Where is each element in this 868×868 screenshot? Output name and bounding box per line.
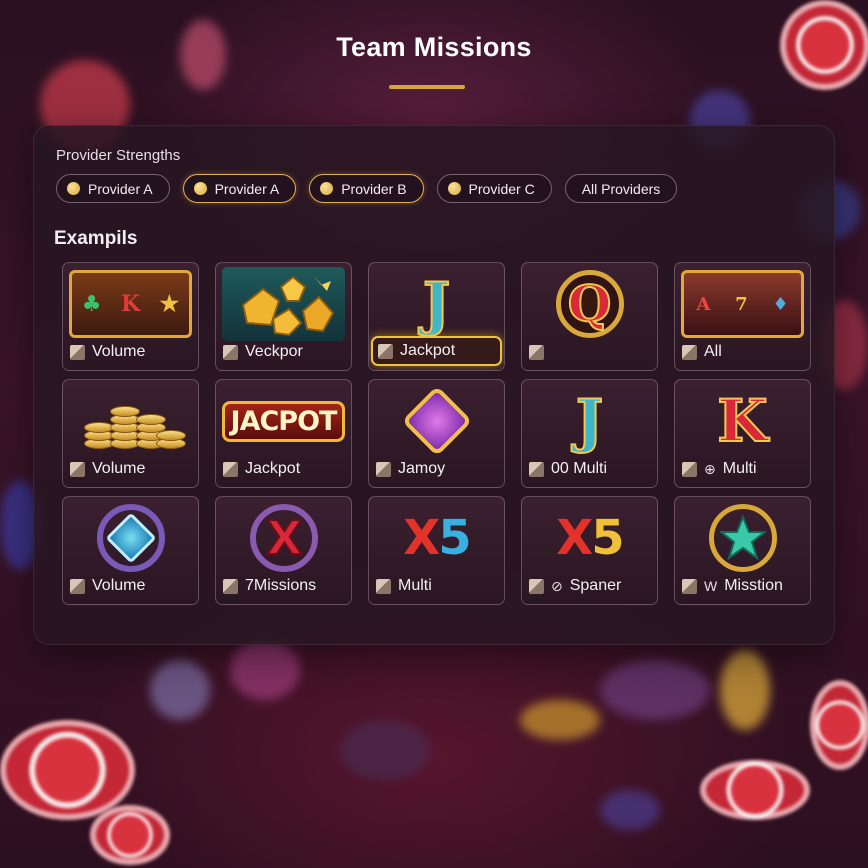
tile-label: Jamoy xyxy=(398,460,446,477)
mission-tile[interactable]: X 7Missions xyxy=(215,496,352,605)
tag-icon xyxy=(376,578,391,594)
tag-icon xyxy=(70,461,85,477)
provider-pill[interactable]: Provider A xyxy=(182,174,297,203)
letter-j-icon: J xyxy=(422,270,451,338)
tag-icon xyxy=(682,578,697,594)
provider-pill-label: Provider B xyxy=(341,180,407,197)
page-title: Team Missions xyxy=(336,32,532,62)
mission-tile[interactable]: ♣ K ★ Volume xyxy=(62,262,199,371)
provider-pill[interactable]: Provider C xyxy=(436,174,552,203)
tag-icon xyxy=(376,461,391,477)
wing-icon: W xyxy=(704,578,718,594)
tile-label: Spaner xyxy=(569,577,622,594)
provider-dot-icon xyxy=(320,182,334,195)
tag-icon xyxy=(529,344,544,360)
provider-pill-label: Provider A xyxy=(214,180,280,197)
tag-icon xyxy=(70,578,85,594)
tile-label: Volume xyxy=(92,460,146,477)
provider-pill[interactable]: Provider B xyxy=(309,174,424,203)
tile-label: Jackpot xyxy=(400,342,456,359)
tile-label: Volume xyxy=(92,577,146,594)
mission-tile[interactable]: K ⊕ Multi xyxy=(674,379,811,488)
mission-tile[interactable]: J Jackpot xyxy=(368,262,505,371)
provider-pill-label: Provider C xyxy=(468,180,535,197)
provider-dot-icon xyxy=(447,182,461,195)
blue-gem-ring-icon xyxy=(69,501,192,575)
mission-tile[interactable]: Volume xyxy=(62,496,199,605)
coin-stacks-icon xyxy=(69,384,192,458)
provider-pill[interactable]: Provider A xyxy=(56,174,170,203)
provider-filter-bar: Provider A Provider A Provider B Provide… xyxy=(56,174,678,203)
mission-grid: ♣ K ★ Volume Veckpor J Jackpot Q A 7 ♦ A… xyxy=(62,262,811,605)
mission-tile[interactable]: X5 ⊘ Spaner xyxy=(521,496,658,605)
target-icon: ⊕ xyxy=(704,460,716,477)
provider-pill-label: All Providers xyxy=(581,180,661,197)
provider-dot-icon xyxy=(193,182,207,195)
letter-q-icon: Q xyxy=(528,267,651,341)
purple-gem-icon xyxy=(375,384,498,458)
mission-tile[interactable]: Volume xyxy=(62,379,199,488)
star-ring-icon xyxy=(681,501,804,575)
mission-tile[interactable]: Jamoy xyxy=(368,379,505,488)
all-providers-pill[interactable]: All Providers xyxy=(564,174,678,203)
examples-heading: Exampils xyxy=(54,228,138,249)
tag-icon xyxy=(223,578,238,594)
red-x-ring-icon: X xyxy=(222,501,345,575)
compass-icon: ⊘ xyxy=(551,577,563,594)
mission-tile[interactable]: W Misstion xyxy=(674,496,811,605)
tile-label: Multi xyxy=(398,577,432,594)
mission-tile[interactable]: X5 Multi xyxy=(368,496,505,605)
tile-label: Volume xyxy=(92,343,146,360)
tag-icon xyxy=(682,344,697,360)
letter-j-icon: J xyxy=(575,387,604,455)
tile-label: Jackpot xyxy=(245,460,301,477)
provider-dot-icon xyxy=(67,182,80,195)
mission-tile[interactable]: Veckpor xyxy=(215,262,352,371)
tag-icon xyxy=(223,344,238,360)
tile-label: Misstion xyxy=(724,577,783,594)
letter-k-icon: K xyxy=(716,387,768,455)
mission-tile[interactable]: A 7 ♦ All xyxy=(674,262,811,371)
tag-icon xyxy=(682,461,697,477)
jackpot-sign-icon: JACPOT xyxy=(221,384,346,458)
tile-label: Multi xyxy=(722,460,757,477)
highlighted-label: Jackpot xyxy=(371,336,502,366)
slot-reels-icon: ♣ K ★ xyxy=(69,267,192,341)
missions-panel: Provider Strengths Provider A Provider A… xyxy=(33,125,835,645)
tile-label: Veckpor xyxy=(245,343,303,360)
tile-label: All xyxy=(704,343,722,360)
mission-tile[interactable]: JACPOT Jackpot xyxy=(215,379,352,488)
tag-icon xyxy=(378,343,393,359)
title-underline xyxy=(389,85,465,89)
mission-tile[interactable]: J 00 Multi xyxy=(521,379,658,488)
tag-icon xyxy=(223,461,238,477)
provider-strengths-label: Provider Strengths xyxy=(56,147,181,164)
slot-machine-icon: A 7 ♦ xyxy=(681,267,804,341)
tag-icon xyxy=(529,578,544,594)
provider-pill-label: Provider A xyxy=(88,180,153,197)
tag-icon xyxy=(529,461,544,477)
tile-label: 7Missions xyxy=(245,577,317,594)
x5-multiplier-icon: X5 xyxy=(556,510,624,566)
tile-label: 00 Multi xyxy=(551,460,608,477)
tag-icon xyxy=(70,344,85,360)
gold-gems-icon xyxy=(222,267,345,341)
mission-tile[interactable]: Q xyxy=(521,262,658,371)
x5-multiplier-icon: X5 xyxy=(403,510,471,566)
